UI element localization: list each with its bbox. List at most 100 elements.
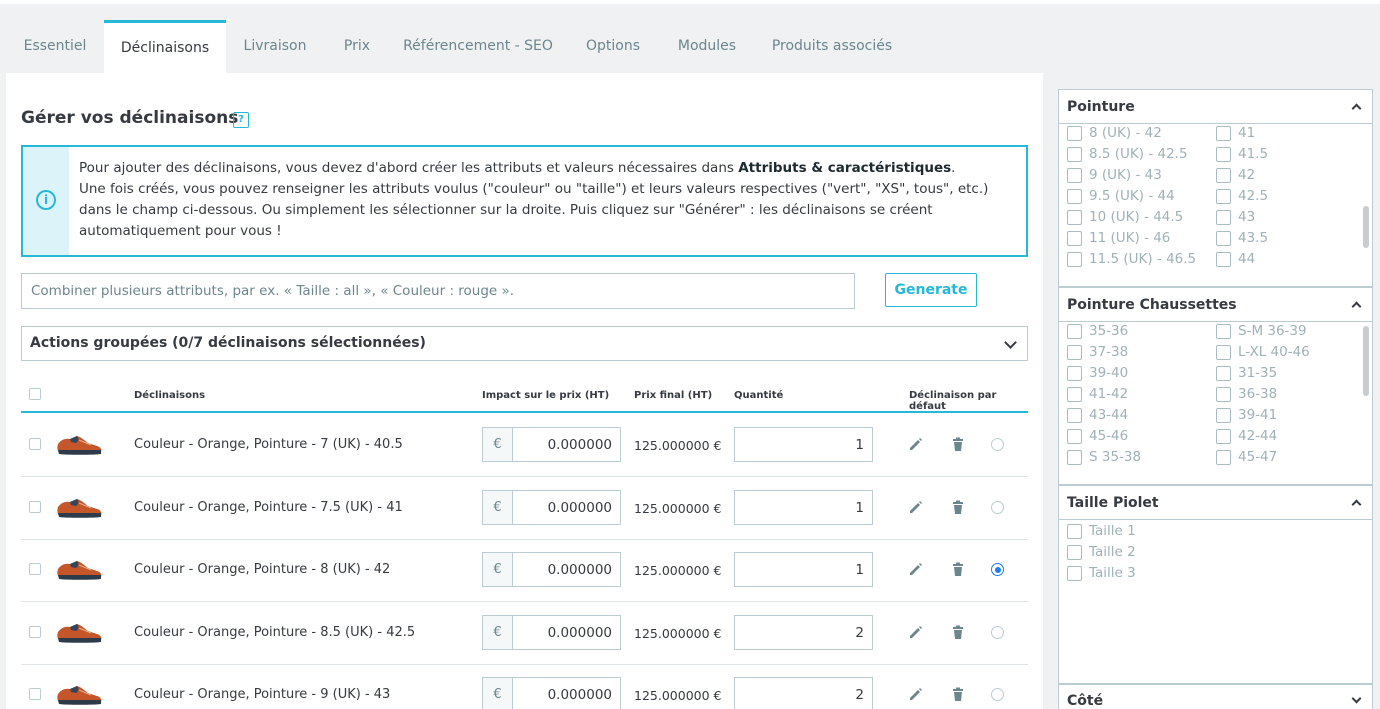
option-checkbox[interactable]	[1067, 450, 1082, 465]
delete-icon[interactable]	[950, 499, 966, 515]
option-checkbox[interactable]	[1067, 387, 1082, 402]
panel-pointure-header[interactable]: Pointure	[1059, 90, 1372, 124]
option-label: Taille 2	[1089, 544, 1136, 560]
quantity-value[interactable]: 1	[855, 500, 864, 516]
price-impact-field[interactable]: €0.000000	[482, 614, 621, 650]
option-checkbox[interactable]	[1216, 366, 1231, 381]
delete-icon[interactable]	[950, 624, 966, 640]
option-checkbox[interactable]	[1216, 252, 1231, 267]
attributes-link[interactable]: Attributs & caractéristiques	[738, 160, 951, 176]
default-radio[interactable]	[991, 625, 1004, 639]
tab-declinaisons[interactable]: Déclinaisons	[104, 20, 226, 73]
price-impact-value[interactable]: 0.000000	[548, 500, 612, 516]
price-impact-value[interactable]: 0.000000	[548, 437, 612, 453]
price-impact-field[interactable]: €0.000000	[482, 489, 621, 525]
panel-pointure-chaussettes: Pointure Chaussettes 35-36 37-38 39-40 41-4…	[1058, 287, 1373, 485]
quantity-value[interactable]: 1	[855, 437, 864, 453]
option-checkbox[interactable]	[1067, 324, 1082, 339]
final-price: 125.000000 €	[634, 625, 722, 641]
product-thumbnail	[55, 553, 103, 585]
option-checkbox[interactable]	[1067, 231, 1082, 246]
help-icon[interactable]: ?	[233, 112, 249, 128]
combinations-card: Gérer vos déclinaisons ? i Pour ajouter …	[6, 73, 1043, 709]
panel-chaussettes-title: Pointure Chaussettes	[1067, 297, 1237, 313]
quantity-value[interactable]: 1	[855, 562, 864, 578]
edit-icon[interactable]	[908, 686, 924, 702]
tab-essentiel[interactable]: Essentiel	[6, 20, 104, 73]
price-impact-value[interactable]: 0.000000	[548, 562, 612, 578]
option-checkbox[interactable]	[1216, 231, 1231, 246]
option-checkbox[interactable]	[1216, 450, 1231, 465]
combine-attributes-input[interactable]	[21, 273, 855, 309]
option-checkbox[interactable]	[1216, 429, 1231, 444]
option-checkbox[interactable]	[1067, 189, 1082, 204]
panel-pointure: Pointure 8 (UK) - 42 8.5 (UK) - 42.5 9 (UK…	[1058, 89, 1373, 287]
quantity-field[interactable]: 1	[734, 489, 873, 525]
option-checkbox[interactable]	[1216, 147, 1231, 162]
default-radio[interactable]	[991, 500, 1004, 514]
bulk-actions-dropdown[interactable]: Actions groupées (0/7 déclinaisons sélec…	[21, 326, 1028, 361]
price-impact-field[interactable]: €0.000000	[482, 427, 621, 462]
row-checkbox[interactable]	[29, 688, 41, 700]
scrollbar[interactable]	[1363, 326, 1369, 396]
tab-livraison[interactable]: Livraison	[226, 20, 324, 73]
option-checkbox[interactable]	[1216, 189, 1231, 204]
delete-icon[interactable]	[950, 686, 966, 702]
generate-button[interactable]: Generate	[885, 273, 977, 307]
option-checkbox[interactable]	[1067, 147, 1082, 162]
price-impact-field[interactable]: €0.000000	[482, 552, 621, 587]
row-checkbox[interactable]	[29, 563, 41, 575]
tab-seo[interactable]: Référencement - SEO	[390, 20, 566, 73]
row-checkbox[interactable]	[29, 500, 41, 513]
option-checkbox[interactable]	[1067, 566, 1082, 581]
option-checkbox[interactable]	[1067, 126, 1082, 141]
quantity-value[interactable]: 2	[855, 687, 864, 703]
edit-icon[interactable]	[908, 436, 924, 452]
option-checkbox[interactable]	[1216, 408, 1231, 423]
quantity-field[interactable]: 1	[734, 427, 873, 462]
tab-produits-associes[interactable]: Produits associés	[754, 20, 910, 73]
option-checkbox[interactable]	[1216, 324, 1231, 339]
option-checkbox[interactable]	[1067, 168, 1082, 183]
tab-options[interactable]: Options	[566, 20, 660, 73]
price-impact-field[interactable]: €0.000000	[482, 677, 621, 709]
option-checkbox[interactable]	[1067, 429, 1082, 444]
default-radio[interactable]	[991, 438, 1004, 451]
delete-icon[interactable]	[950, 561, 966, 577]
option-checkbox[interactable]	[1216, 210, 1231, 225]
quantity-field[interactable]: 2	[734, 677, 873, 709]
option-checkbox[interactable]	[1067, 366, 1082, 381]
scrollbar[interactable]	[1363, 206, 1369, 248]
option-label: 45-47	[1238, 449, 1278, 465]
option-checkbox[interactable]	[1067, 545, 1082, 560]
quantity-field[interactable]: 1	[734, 552, 873, 587]
tab-prix[interactable]: Prix	[324, 20, 390, 73]
option-checkbox[interactable]	[1216, 345, 1231, 360]
option-checkbox[interactable]	[1216, 126, 1231, 141]
price-impact-value[interactable]: 0.000000	[548, 625, 612, 641]
default-radio[interactable]	[991, 688, 1004, 701]
tab-modules[interactable]: Modules	[660, 20, 754, 73]
option-checkbox[interactable]	[1067, 345, 1082, 360]
option-checkbox[interactable]	[1067, 210, 1082, 225]
price-impact-value[interactable]: 0.000000	[548, 687, 612, 703]
option-checkbox[interactable]	[1067, 408, 1082, 423]
option-checkbox[interactable]	[1216, 168, 1231, 183]
panel-cote-header[interactable]: Côté	[1059, 685, 1372, 709]
option-checkbox[interactable]	[1067, 524, 1082, 539]
row-checkbox[interactable]	[29, 438, 41, 450]
option-checkbox[interactable]	[1067, 252, 1082, 267]
row-checkbox[interactable]	[29, 625, 41, 638]
quantity-field[interactable]: 2	[734, 614, 873, 650]
option-checkbox[interactable]	[1216, 387, 1231, 402]
select-all-checkbox[interactable]	[29, 388, 41, 400]
edit-icon[interactable]	[908, 561, 924, 577]
panel-chaussettes-header[interactable]: Pointure Chaussettes	[1059, 288, 1372, 322]
edit-icon[interactable]	[908, 624, 924, 640]
panel-piolet-header[interactable]: Taille Piolet	[1059, 486, 1372, 520]
default-radio[interactable]	[991, 563, 1004, 576]
quantity-value[interactable]: 2	[855, 625, 864, 641]
combination-name: Couleur - Orange, Pointure - 8.5 (UK) - …	[134, 624, 416, 640]
edit-icon[interactable]	[908, 499, 924, 515]
delete-icon[interactable]	[950, 436, 966, 452]
